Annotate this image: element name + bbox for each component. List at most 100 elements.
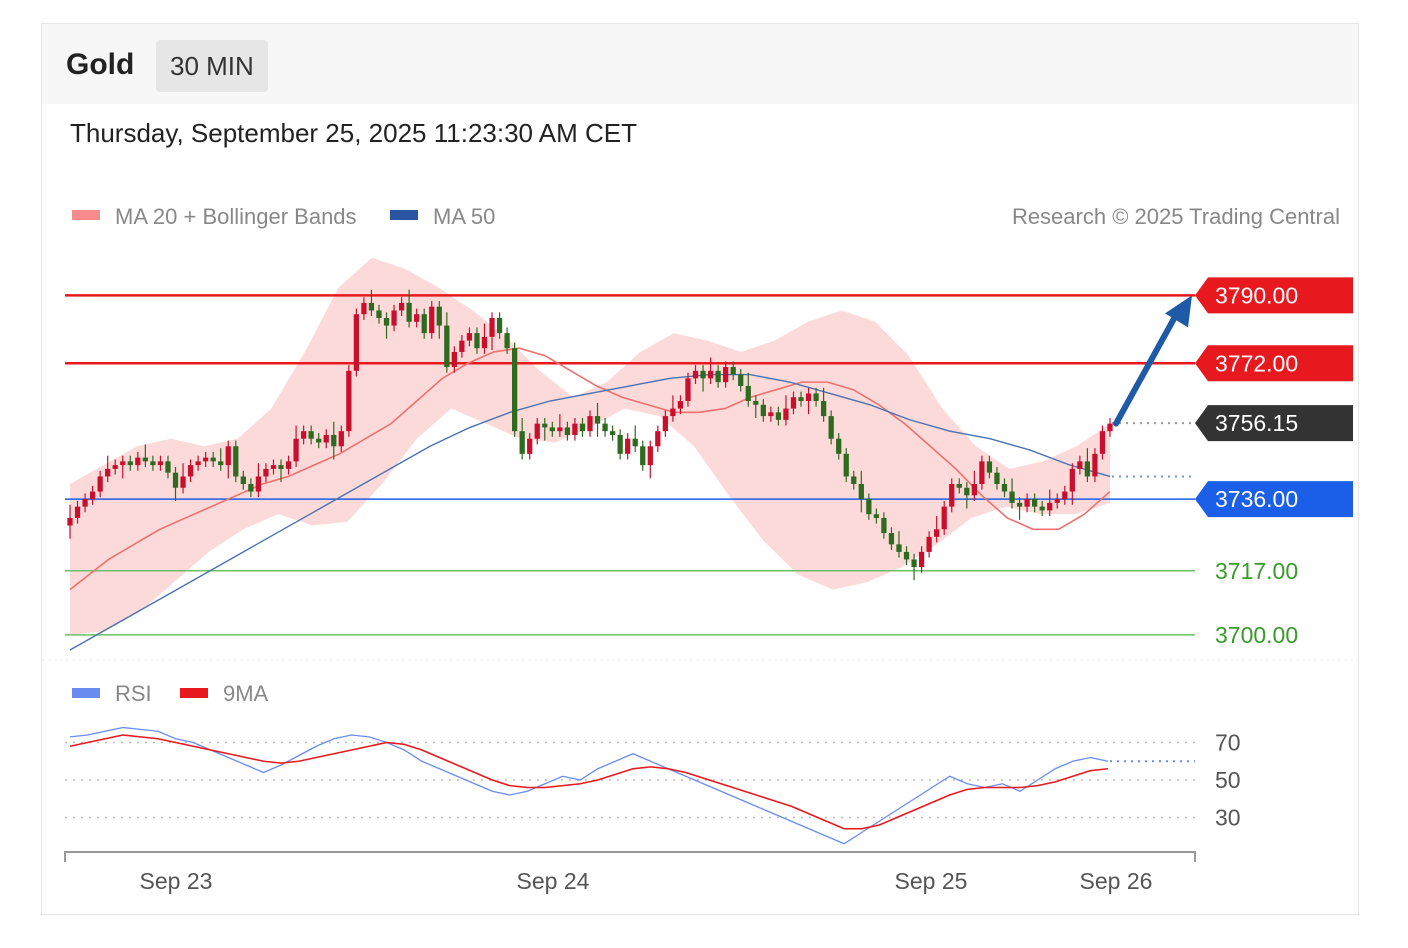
candle-body	[918, 551, 925, 567]
candle-body	[316, 438, 322, 443]
rsi-legend-label: RSI	[115, 681, 152, 706]
rsi-ma-legend-swatch	[180, 688, 208, 698]
candle-body	[180, 476, 186, 488]
candle-body	[1039, 506, 1045, 511]
candle-body	[263, 468, 269, 477]
candle-body	[338, 431, 344, 447]
candle-body	[768, 412, 774, 417]
candle-body	[790, 397, 797, 409]
candle-body	[383, 318, 390, 326]
candle-body	[135, 457, 141, 466]
candle-body	[587, 416, 593, 432]
candle-body	[843, 453, 849, 477]
candle-body	[1032, 499, 1038, 507]
rsi-legend-swatch	[72, 688, 100, 698]
candle-body	[677, 401, 684, 409]
candle-body	[692, 370, 699, 379]
candle-body	[655, 431, 661, 447]
candle-body	[233, 446, 239, 477]
candle-body	[451, 351, 457, 368]
candle-body	[971, 484, 977, 496]
rsi-ma-legend-label: 9MA	[223, 681, 269, 706]
candle-body	[240, 476, 246, 484]
level-label-pivot-3: 3736.00	[1215, 486, 1298, 512]
candle-body	[609, 431, 616, 435]
candle-body	[557, 427, 563, 432]
rsi-tick-label-30: 30	[1215, 805, 1241, 831]
candle-body	[1047, 502, 1053, 511]
candle-body	[248, 484, 254, 492]
candle-body	[504, 333, 510, 349]
candle-body	[964, 487, 970, 496]
ma50-legend-label: MA 50	[433, 204, 495, 229]
projection-arrow-shaft	[1113, 308, 1181, 427]
candle-body	[934, 529, 940, 537]
rsi-series-0	[69, 726, 1109, 845]
candle-body	[270, 465, 277, 469]
candle-body	[353, 314, 360, 371]
candle-body	[836, 438, 842, 454]
candle-body	[436, 306, 442, 326]
candle-body	[715, 370, 721, 383]
candle-body	[640, 446, 646, 466]
candle-body	[112, 465, 118, 469]
candle-body	[187, 465, 194, 477]
candle-body	[255, 476, 262, 492]
candle-body	[1077, 461, 1083, 469]
candle-body	[376, 310, 382, 318]
candle-body	[346, 370, 352, 432]
x-tick-label-1: Sep 24	[517, 868, 590, 894]
candle-body	[956, 484, 962, 488]
rsi-tick-label-70: 70	[1215, 730, 1241, 756]
candle-body	[195, 461, 201, 466]
candle-body	[888, 533, 895, 545]
candle-body	[429, 306, 435, 334]
level-label-support-4: 3717.00	[1215, 558, 1298, 584]
x-tick-label-3: Sep 26	[1080, 868, 1153, 894]
level-label-support-5: 3700.00	[1215, 622, 1298, 648]
candle-body	[421, 314, 427, 334]
candle-body	[594, 416, 601, 424]
level-label-resistance-0: 3790.00	[1215, 282, 1298, 308]
candle-body	[203, 457, 209, 462]
candle-body	[903, 551, 910, 560]
candle-body	[670, 408, 676, 417]
candle-body	[941, 506, 947, 530]
rsi-tick-label-50: 50	[1215, 767, 1241, 793]
candle-body	[67, 517, 73, 526]
gold-chart: MA 20 + Bollinger Bands MA 50 Research ©…	[42, 204, 1358, 894]
candle-body	[647, 446, 653, 466]
candle-body	[150, 461, 156, 466]
candle-body	[549, 427, 555, 432]
candle-body	[1099, 431, 1106, 454]
candle-body	[82, 499, 88, 507]
candle-body	[474, 333, 480, 349]
candle-body	[512, 348, 518, 432]
candle-body	[225, 446, 231, 466]
candle-body	[760, 404, 766, 417]
candle-body	[723, 367, 729, 383]
candle-body	[625, 438, 631, 454]
candle-body	[949, 484, 955, 507]
candle-body	[730, 367, 736, 375]
candle-body	[979, 461, 985, 484]
ma50-legend-swatch	[390, 210, 418, 220]
candle-body	[700, 370, 706, 379]
candle-body	[398, 302, 405, 311]
candle-body	[873, 514, 880, 518]
candle-body	[466, 333, 473, 341]
candle-body	[1024, 499, 1030, 507]
candle-body	[896, 544, 902, 552]
candle-body	[1001, 484, 1008, 492]
candle-body	[745, 385, 751, 401]
candle-body	[97, 476, 103, 492]
level-label-resistance-1: 3772.00	[1215, 350, 1298, 376]
candle-body	[308, 431, 314, 439]
candle-body	[783, 408, 789, 420]
candle-body	[1054, 499, 1060, 503]
candle-body	[218, 461, 224, 466]
candle-body	[617, 434, 623, 454]
candle-body	[142, 457, 148, 462]
candle-body	[738, 374, 744, 386]
candle-body	[331, 434, 337, 447]
